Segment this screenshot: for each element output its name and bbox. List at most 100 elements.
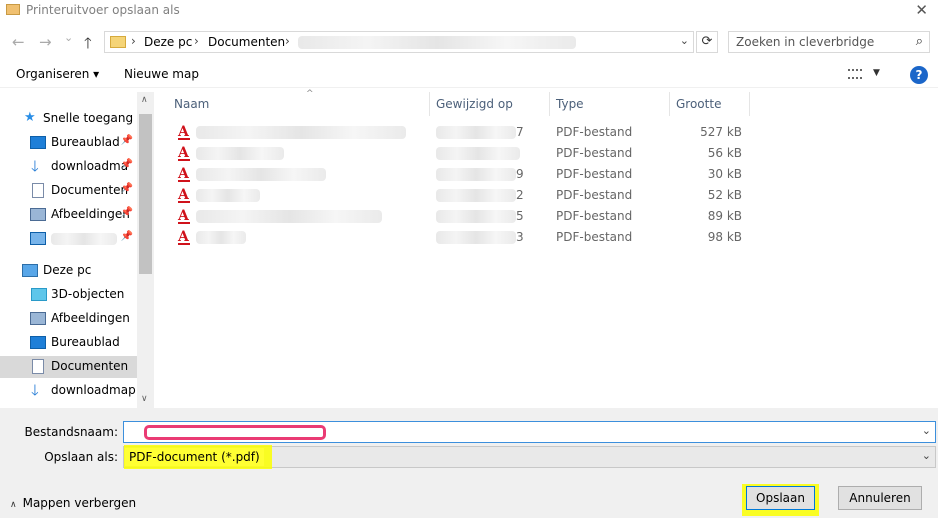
sort-ascending-icon: ^ — [306, 89, 314, 99]
column-header-size[interactable]: Grootte — [670, 92, 750, 116]
sidebar-item-label: downloadma — [51, 159, 129, 173]
view-dropdown-icon[interactable]: ▼ — [873, 68, 880, 78]
scrollbar-thumb[interactable] — [139, 114, 152, 274]
table-row[interactable]: A 2 PDF-bestand 52 kB — [174, 185, 754, 206]
sidebar-item-documents-pc[interactable]: Documenten — [0, 356, 137, 378]
hide-folders-button[interactable]: ∧ Mappen verbergen — [10, 496, 136, 510]
redacted-label — [51, 233, 117, 245]
breadcrumb-documenten[interactable]: Documenten — [208, 35, 285, 49]
new-folder-button[interactable]: Nieuwe map — [124, 67, 199, 81]
title-bar: Printeruitvoer opslaan als ✕ — [0, 0, 938, 22]
redacted-date — [436, 210, 516, 223]
table-row[interactable]: A PDF-bestand 56 kB — [174, 143, 754, 164]
chevron-down-icon[interactable]: ⌄ — [922, 424, 931, 437]
redacted-filename — [196, 126, 406, 139]
column-header-type[interactable]: Type — [550, 92, 670, 116]
table-row[interactable]: A 5 PDF-bestand 89 kB — [174, 206, 754, 227]
sidebar-item-label: Bureaublad — [51, 335, 120, 349]
savetype-select[interactable]: PDF-document (*.pdf) ⌄ — [123, 445, 936, 469]
table-row[interactable]: A 7 PDF-bestand 527 kB — [174, 122, 754, 143]
date-fragment: 7 — [516, 125, 524, 139]
refresh-button[interactable]: ⟳ — [696, 31, 718, 53]
hide-folders-label: Mappen verbergen — [22, 496, 137, 510]
pin-icon[interactable]: 📌 — [121, 135, 133, 146]
file-size: 527 kB — [700, 125, 742, 139]
chevron-down-icon[interactable]: ⌄ — [680, 34, 689, 47]
table-row[interactable]: A 9 PDF-bestand 30 kB — [174, 164, 754, 185]
column-header-label: Type — [556, 97, 584, 111]
redaction-highlight — [144, 425, 326, 440]
sidebar-item-label: Snelle toegang — [43, 111, 134, 125]
column-header-name[interactable]: Naam ^ — [168, 89, 430, 116]
pdf-icon: A — [178, 145, 190, 161]
date-fragment: 3 — [516, 230, 524, 244]
sidebar-item-this-pc[interactable]: Deze pc — [0, 260, 137, 282]
search-icon[interactable]: ⌕ — [916, 34, 923, 49]
folder-icon — [110, 36, 126, 48]
sidebar-item-label: Documenten — [51, 183, 129, 197]
pdf-icon: A — [178, 229, 190, 245]
back-arrow-icon[interactable]: ← — [12, 33, 25, 51]
sidebar-item-pictures-pc[interactable]: Afbeeldingen — [0, 308, 137, 330]
search-box[interactable]: ⌕ — [728, 31, 930, 53]
filename-combobox[interactable]: ⌄ — [123, 421, 936, 443]
redacted-date — [436, 147, 520, 160]
date-fragment: 5 — [516, 209, 524, 223]
pin-icon[interactable]: 📌 — [121, 231, 133, 242]
download-icon: 🡓 — [31, 381, 39, 399]
sidebar-item-redacted[interactable]: 📌 — [0, 228, 137, 250]
redacted-date — [436, 189, 516, 202]
cube-icon — [31, 288, 47, 301]
desktop-icon — [30, 136, 46, 149]
sidebar-item-downloads[interactable]: 🡓 downloadma 📌 — [0, 156, 137, 178]
file-type: PDF-bestand — [556, 188, 633, 202]
sidebar-item-downloads-pc[interactable]: 🡓 downloadmap — [0, 380, 137, 402]
up-arrow-icon[interactable]: 🡑 — [84, 33, 92, 58]
monitor-icon — [30, 232, 46, 245]
pin-icon[interactable]: 📌 — [121, 159, 133, 170]
help-icon[interactable]: ? — [910, 66, 928, 84]
sidebar-item-label: Bureaublad — [51, 135, 120, 149]
breadcrumb-separator-icon[interactable]: › — [194, 34, 199, 48]
breadcrumb-separator-icon[interactable]: › — [285, 34, 290, 48]
sidebar-item-pictures[interactable]: Afbeeldingen 📌 — [0, 204, 137, 226]
close-icon[interactable]: ✕ — [915, 1, 928, 19]
column-header-modified[interactable]: Gewijzigd op — [430, 92, 550, 116]
breadcrumb-deze-pc[interactable]: Deze pc — [144, 35, 192, 49]
address-row: ← → ⌄ 🡑 › Deze pc › Documenten › ⌄ ⟳ ⌕ — [0, 28, 938, 56]
breadcrumb-separator-icon[interactable]: › — [131, 34, 136, 48]
sidebar-item-desktop-pc[interactable]: Bureaublad — [0, 332, 137, 354]
cancel-button[interactable]: Annuleren — [838, 486, 922, 510]
chevron-down-icon[interactable]: ⌄ — [922, 449, 931, 462]
pin-icon[interactable]: 📌 — [121, 183, 133, 194]
address-bar[interactable]: › Deze pc › Documenten › ⌄ — [104, 31, 694, 53]
sidebar-item-desktop[interactable]: Bureaublad 📌 — [0, 132, 137, 154]
sidebar-item-quick-access[interactable]: ★ Snelle toegang — [0, 108, 137, 130]
column-header-label: Gewijzigd op — [436, 97, 513, 111]
save-button[interactable]: Opslaan — [746, 486, 815, 510]
view-details-icon[interactable] — [848, 69, 862, 79]
savetype-value: PDF-document (*.pdf) — [125, 448, 264, 466]
download-icon: 🡓 — [31, 157, 39, 175]
window-title: Printeruitvoer opslaan als — [26, 3, 180, 17]
sidebar-item-documents[interactable]: Documenten 📌 — [0, 180, 137, 202]
table-row[interactable]: A 3 PDF-bestand 98 kB — [174, 227, 754, 248]
scroll-up-icon[interactable]: ∧ — [141, 95, 148, 105]
sidebar-item-3d-objects[interactable]: 3D-objecten — [0, 284, 137, 306]
sidebar-scrollbar[interactable]: ∧ ∨ — [137, 92, 154, 408]
date-fragment: 2 — [516, 188, 524, 202]
scroll-down-icon[interactable]: ∨ — [141, 394, 148, 404]
search-input[interactable] — [729, 32, 899, 52]
file-type: PDF-bestand — [556, 209, 633, 223]
pdf-icon: A — [178, 208, 190, 224]
file-size: 30 kB — [707, 167, 742, 181]
forward-arrow-icon[interactable]: → — [39, 33, 52, 51]
mail-icon — [6, 4, 20, 15]
save-form-panel: Bestandsnaam: ⌄ Opslaan als: PDF-documen… — [0, 408, 938, 518]
pin-icon[interactable]: 📌 — [121, 207, 133, 218]
redacted-filename — [196, 189, 260, 202]
redacted-path — [298, 36, 576, 49]
recent-locations-icon[interactable]: ⌄ — [64, 31, 73, 44]
organize-button[interactable]: Organiseren ▾ — [16, 67, 99, 81]
document-icon — [32, 359, 44, 374]
